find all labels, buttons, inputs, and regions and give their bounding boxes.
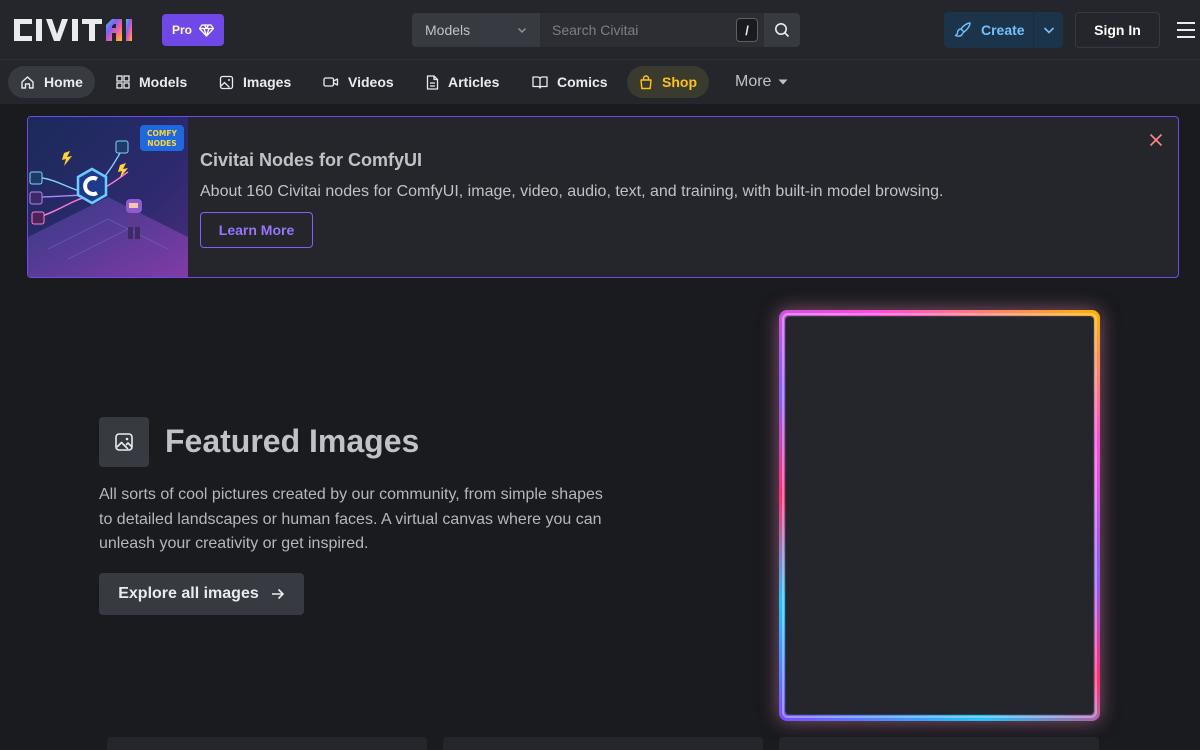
- nav-label: Models: [139, 74, 188, 90]
- nav-item-models[interactable]: Models: [104, 66, 199, 98]
- chevron-down-icon: [516, 24, 528, 36]
- diamond-icon: [199, 23, 214, 37]
- search-icon: [774, 22, 790, 38]
- nav-more-menu[interactable]: More: [735, 66, 789, 98]
- nav-label: Videos: [348, 74, 394, 90]
- nav-item-videos[interactable]: Videos: [311, 66, 406, 98]
- search-field: /: [540, 13, 764, 47]
- banner-title: Civitai Nodes for ComfyUI: [200, 150, 423, 170]
- nav-label: Home: [44, 74, 83, 90]
- nav-label: Comics: [557, 74, 608, 90]
- nav-label: Images: [243, 74, 292, 90]
- nav-item-comics[interactable]: Comics: [520, 66, 620, 98]
- menu-icon[interactable]: [1176, 21, 1196, 39]
- search-type-value: Models: [425, 22, 471, 38]
- nav-item-shop[interactable]: Shop: [627, 66, 709, 98]
- explore-images-button[interactable]: Explore all images: [99, 573, 304, 615]
- home-icon: [20, 75, 35, 90]
- article-icon: [426, 74, 439, 90]
- book-icon: [532, 75, 548, 89]
- search-input[interactable]: [540, 13, 764, 47]
- search-shortcut-key: /: [736, 18, 758, 42]
- banner-description: About 160 Civitai nodes for ComfyUI, ima…: [200, 183, 944, 200]
- close-icon[interactable]: [1149, 133, 1163, 147]
- nav-more-label: More: [735, 73, 772, 90]
- search-button[interactable]: [764, 13, 800, 47]
- nav-item-home[interactable]: Home: [8, 66, 95, 98]
- nav-label: Shop: [662, 74, 697, 90]
- arrow-right-icon: [271, 588, 285, 600]
- featured-photo-icon: [99, 417, 149, 467]
- sign-in-button[interactable]: Sign In: [1075, 12, 1160, 48]
- grid-icon: [116, 75, 130, 89]
- search-bar: Models /: [412, 13, 800, 47]
- featured-image-card[interactable]: [779, 310, 1100, 721]
- pro-label: Pro: [171, 23, 192, 37]
- video-icon: [323, 75, 339, 89]
- nav-item-images[interactable]: Images: [207, 66, 303, 98]
- caret-down-icon: [777, 78, 789, 86]
- svg-text:COMFY: COMFY: [147, 129, 177, 138]
- image-card[interactable]: [107, 737, 427, 750]
- featured-description: All sorts of cool pictures created by ou…: [99, 486, 603, 552]
- create-button-group: Create: [944, 12, 1063, 48]
- svg-text:NODES: NODES: [147, 139, 176, 148]
- shopping-bag-icon: [639, 74, 653, 90]
- image-card[interactable]: [779, 737, 1099, 750]
- nav-item-articles[interactable]: Articles: [414, 66, 511, 98]
- featured-image-placeholder: [785, 316, 1094, 715]
- explore-label: Explore all images: [118, 585, 259, 602]
- pro-button[interactable]: Pro: [162, 14, 224, 46]
- featured-title: Featured Images: [165, 423, 420, 459]
- main-nav: Home Models Images Videos Articles Comic…: [0, 60, 1200, 104]
- photo-icon: [219, 75, 234, 90]
- search-type-select[interactable]: Models: [412, 13, 540, 47]
- announcement-banner: COMFY NODES Civitai Nodes for ComfyUI Ab…: [27, 116, 1179, 278]
- create-dropdown-toggle[interactable]: [1034, 12, 1063, 48]
- image-card[interactable]: [443, 737, 763, 750]
- create-label: Create: [981, 22, 1025, 38]
- chevron-down-icon: [1042, 23, 1056, 37]
- brush-icon: [954, 21, 972, 39]
- civitai-logo[interactable]: [12, 15, 152, 45]
- nav-label: Articles: [448, 74, 500, 90]
- learn-more-button[interactable]: Learn More: [200, 212, 313, 248]
- create-button[interactable]: Create: [944, 12, 1034, 48]
- banner-image: COMFY NODES: [28, 117, 188, 277]
- top-header: Pro Models / Create: [0, 0, 1200, 60]
